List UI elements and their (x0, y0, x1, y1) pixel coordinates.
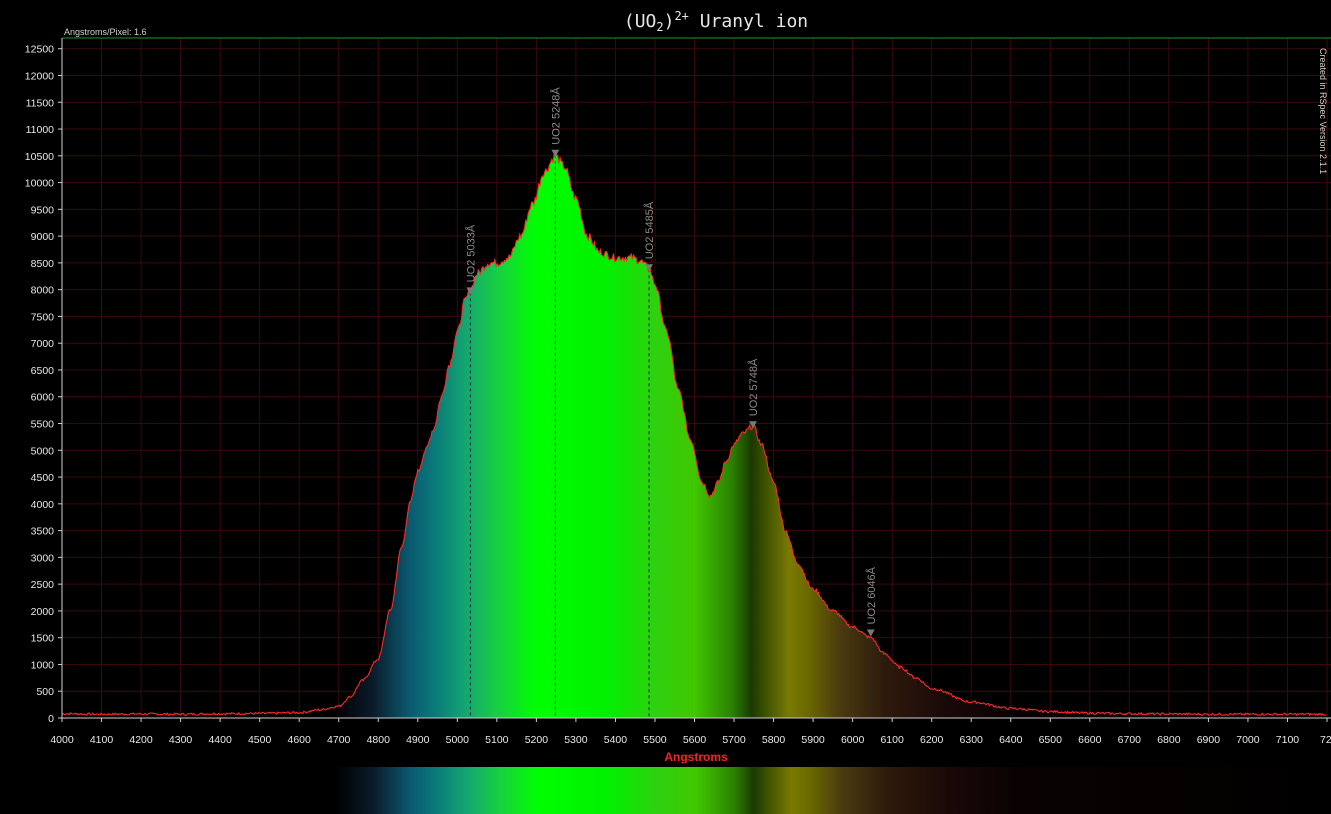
x-tick-label: 4800 (367, 734, 391, 746)
x-tick-label: 4600 (288, 734, 312, 746)
x-tick-label: 6800 (1157, 734, 1181, 746)
x-tick-label: 4000 (50, 734, 74, 746)
x-tick-labels: 4000 4100 4200 4300 4400 4500 4600 4700 4800 4900… (50, 718, 1331, 746)
annotation-label: UO2 5748Å (747, 358, 760, 416)
y-tick-label: 2000 (31, 606, 55, 618)
x-tick-label: 5500 (643, 734, 667, 746)
y-tick-label: 5000 (31, 445, 55, 457)
x-tick-label: 5000 (446, 734, 470, 746)
x-tick-label: 5600 (683, 734, 707, 746)
software-watermark: Created in RSpec Version 2.1.1 (1318, 48, 1328, 174)
y-tick-label: 7500 (31, 311, 55, 323)
y-tick-label: 10000 (25, 178, 54, 190)
x-tick-label: 6200 (920, 734, 944, 746)
y-tick-label: 500 (36, 686, 54, 698)
annotation-label: UO2 5248Å (549, 87, 562, 145)
y-tick-label: 6500 (31, 365, 55, 377)
annotation-marker (866, 629, 875, 637)
y-tick-label: 0 (48, 713, 54, 725)
x-tick-label: 6500 (1039, 734, 1063, 746)
x-tick-label: 5100 (485, 734, 509, 746)
x-tick-label: 4100 (90, 734, 114, 746)
x-tick-label: 6100 (880, 734, 904, 746)
y-tick-label: 9500 (31, 204, 55, 216)
x-tick-label: 6700 (1118, 734, 1142, 746)
annotation-label: UO2 6046Å (865, 566, 878, 624)
x-tick-label: 5400 (604, 734, 628, 746)
x-tick-label: 6300 (960, 734, 984, 746)
y-tick-label: 1000 (31, 659, 55, 671)
spectrum-chart: (UO2)2+ Uranyl ion Angstroms/Pixel: 1.6 … (25, 9, 1331, 814)
x-tick-label: 5800 (762, 734, 786, 746)
y-tick-label: 8000 (31, 285, 55, 297)
y-tick-label: 10500 (25, 151, 54, 163)
x-axis-label: Angstroms (664, 750, 728, 764)
x-tick-label: 7000 (1236, 734, 1260, 746)
y-tick-label: 3500 (31, 526, 55, 538)
y-tick-label: 1500 (31, 633, 55, 645)
y-tick-label: 8500 (31, 258, 55, 270)
x-tick-label: 4700 (327, 734, 351, 746)
x-tick-label: 7100 (1276, 734, 1300, 746)
annotation-label: UO2 5485Å (643, 201, 656, 259)
x-tick-label: 6600 (1078, 734, 1102, 746)
x-tick-label: 6400 (999, 734, 1023, 746)
y-tick-label: 4000 (31, 499, 55, 511)
y-tick-labels: 0 500 1000 1500 2000 2500 3000 3500 4000 4500 5000… (25, 44, 62, 725)
angstroms-per-pixel-note: Angstroms/Pixel: 1.6 (64, 27, 147, 37)
x-tick-label: 5200 (525, 734, 549, 746)
y-tick-label: 5500 (31, 419, 55, 431)
y-tick-label: 12500 (25, 44, 54, 56)
x-tick-label: 6900 (1197, 734, 1221, 746)
x-tick-label: 6000 (841, 734, 865, 746)
y-tick-label: 7000 (31, 338, 55, 350)
x-tick-label: 720 (1320, 734, 1331, 746)
y-tick-label: 3000 (31, 552, 55, 564)
y-tick-label: 2500 (31, 579, 55, 591)
x-tick-label: 4300 (169, 734, 193, 746)
y-tick-label: 9000 (31, 231, 55, 243)
x-tick-label: 4500 (248, 734, 272, 746)
y-tick-label: 11000 (26, 124, 55, 136)
spectrum-color-strip (62, 767, 1331, 814)
x-tick-label: 5700 (722, 734, 746, 746)
x-tick-label: 4400 (208, 734, 232, 746)
y-tick-label: 11500 (26, 97, 55, 109)
y-tick-label: 4500 (31, 472, 55, 484)
chart-title: (UO2)2+ Uranyl ion (624, 9, 808, 34)
x-tick-label: 5300 (564, 734, 588, 746)
x-tick-label: 4200 (129, 734, 153, 746)
x-tick-label: 5900 (801, 734, 825, 746)
y-tick-label: 12000 (25, 70, 54, 82)
y-tick-label: 6000 (31, 392, 55, 404)
annotation-label: UO2 5033Å (464, 224, 477, 282)
x-tick-label: 4900 (406, 734, 430, 746)
